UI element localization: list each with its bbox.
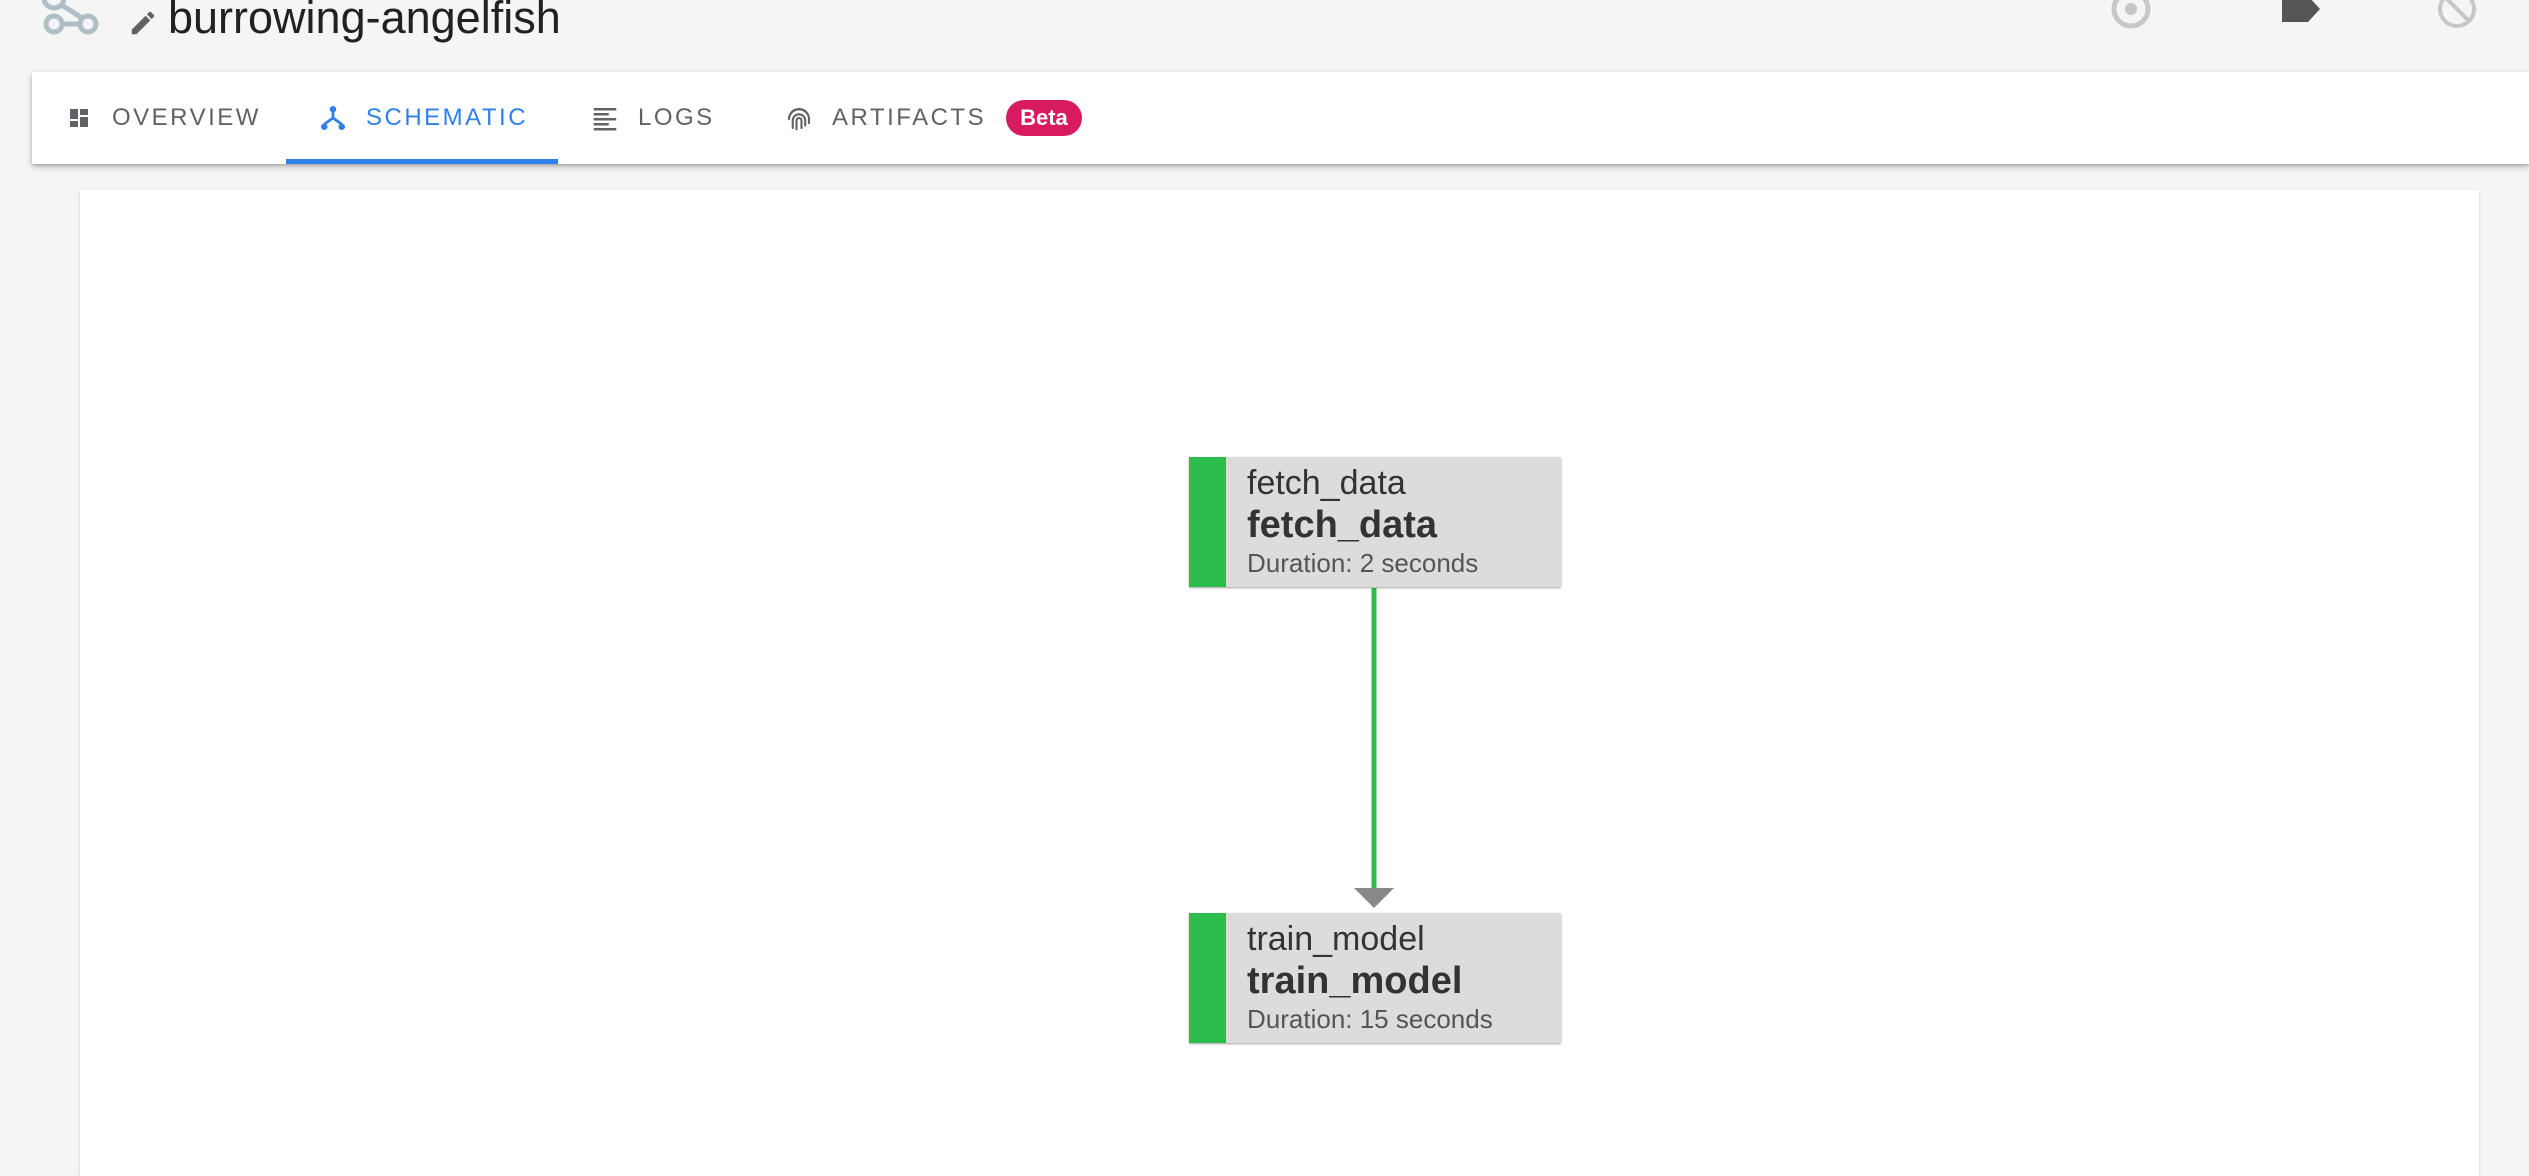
- logs-icon: [593, 108, 617, 131]
- tab-schematic-label: SCHEMATIC: [366, 104, 529, 131]
- tab-logs-label: LOGS: [638, 104, 715, 131]
- fingerprint-icon: [787, 108, 811, 131]
- dashboard-icon: [70, 109, 88, 127]
- edit-icon[interactable]: [128, 8, 158, 38]
- schematic-icon: [321, 106, 345, 130]
- node-fetch-data[interactable]: fetch_data fetch_data Duration: 2 second…: [1189, 457, 1561, 587]
- title-bar: burrowing-angelfish: [0, 0, 2529, 70]
- node-label: train_model: [1247, 960, 1463, 1002]
- schematic-canvas[interactable]: fetch_data fetch_data Duration: 2 second…: [80, 190, 2479, 1176]
- node-status-bar: [1189, 913, 1226, 1043]
- node-name: fetch_data: [1247, 464, 1406, 502]
- node-label: fetch_data: [1247, 504, 1438, 546]
- tab-logs[interactable]: LOGS: [558, 72, 752, 164]
- tab-overview[interactable]: OVERVIEW: [32, 72, 286, 164]
- tab-schematic[interactable]: SCHEMATIC: [286, 72, 558, 164]
- beta-badge: Beta: [1006, 100, 1082, 136]
- edge-arrow-icon: [1354, 888, 1394, 908]
- tab-overview-label: OVERVIEW: [112, 104, 261, 131]
- run-title[interactable]: burrowing-angelfish: [168, 0, 561, 48]
- tab-artifacts[interactable]: ARTIFACTS Beta: [752, 72, 1112, 164]
- node-duration: Duration: 15 seconds: [1247, 1004, 1493, 1034]
- tab-bar: OVERVIEW SCHEMATIC LOGS ARTIFACTS Beta: [32, 72, 2529, 164]
- node-duration: Duration: 2 seconds: [1247, 548, 1479, 578]
- flow-logo-icon: [41, 0, 99, 35]
- tag-icon[interactable]: [2278, 0, 2324, 32]
- node-name: train_model: [1247, 920, 1425, 958]
- restart-icon[interactable]: [2108, 0, 2154, 32]
- node-train-model[interactable]: train_model train_model Duration: 15 sec…: [1189, 913, 1561, 1043]
- node-status-bar: [1189, 457, 1226, 587]
- tab-artifacts-label: ARTIFACTS: [832, 104, 987, 131]
- page: burrowing-angelfish OVERVIEW SCHEMATIC L…: [0, 0, 2529, 1176]
- cancel-icon[interactable]: [2434, 0, 2480, 32]
